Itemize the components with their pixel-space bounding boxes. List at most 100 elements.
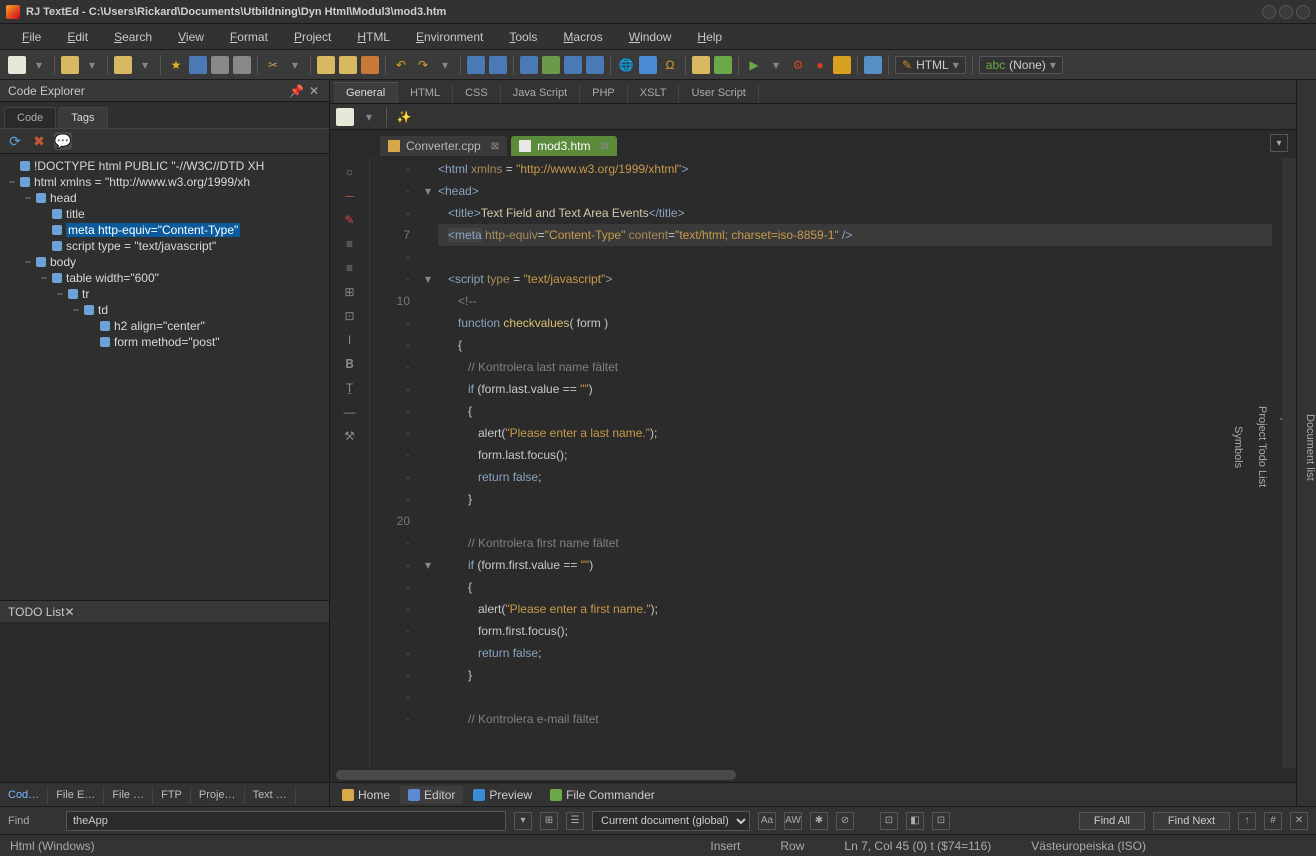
clipboard-icon[interactable] (361, 56, 379, 74)
omega-icon[interactable]: Ω (661, 56, 679, 74)
macro-icon[interactable] (833, 56, 851, 74)
minimap-scroll[interactable] (1282, 158, 1296, 768)
print-preview-icon[interactable] (233, 56, 251, 74)
view-tab-preview[interactable]: Preview (465, 786, 540, 804)
tool5-icon[interactable] (692, 56, 710, 74)
menu-view[interactable]: View (168, 27, 214, 47)
paste-icon[interactable] (339, 56, 357, 74)
whole-word-icon[interactable]: AW (784, 812, 802, 830)
gutter-icon[interactable]: ✎ (342, 212, 358, 228)
find-all-button[interactable]: Find All (1079, 812, 1145, 830)
copy-icon[interactable] (317, 56, 335, 74)
tool2-icon[interactable] (542, 56, 560, 74)
tree-node[interactable]: script type = "text/javascript" (2, 238, 327, 254)
close-button[interactable] (1296, 5, 1310, 19)
menu-help[interactable]: Help (687, 27, 732, 47)
stop-icon[interactable]: ● (811, 56, 829, 74)
undo-icon[interactable]: ↶ (392, 56, 410, 74)
dropdown-icon[interactable]: ▾ (767, 56, 785, 74)
gutter-icon[interactable]: I (342, 332, 358, 348)
tree-node[interactable]: h2 align="center" (2, 318, 327, 334)
menu-environment[interactable]: Environment (406, 27, 493, 47)
explorer-tab-tags[interactable]: Tags (58, 107, 107, 128)
tree-node[interactable]: −html xmlns = "http://www.w3.org/1999/xh (2, 174, 327, 190)
browser-icon[interactable] (639, 56, 657, 74)
tree-node[interactable]: −body (2, 254, 327, 270)
gutter-icon[interactable]: ⊡ (342, 308, 358, 324)
left-tab[interactable]: Cod… (0, 786, 48, 804)
dropdown-icon[interactable]: ▾ (30, 56, 48, 74)
comment-icon[interactable]: 💬 (54, 132, 72, 150)
dropdown-icon[interactable]: ▾ (360, 108, 378, 126)
play-icon[interactable]: ▶ (745, 56, 763, 74)
menu-file[interactable]: File (12, 27, 51, 47)
pin-icon[interactable]: 📌 (289, 84, 303, 98)
minimize-button[interactable] (1262, 5, 1276, 19)
menu-edit[interactable]: Edit (57, 27, 98, 47)
replace-icon[interactable] (489, 56, 507, 74)
tree-node[interactable]: −head (2, 190, 327, 206)
left-tab[interactable]: FTP (153, 786, 191, 804)
cut-icon[interactable]: ✂ (264, 56, 282, 74)
gutter-icon[interactable]: ○ (342, 164, 358, 180)
find-next-button[interactable]: Find Next (1153, 812, 1230, 830)
lang-tab-css[interactable]: CSS (453, 83, 501, 103)
menu-project[interactable]: Project (284, 27, 341, 47)
find-opt-icon[interactable]: ⊡ (932, 812, 950, 830)
find-count-icon[interactable]: # (1264, 812, 1282, 830)
save-icon[interactable] (114, 56, 132, 74)
tool4-icon[interactable] (586, 56, 604, 74)
tree-node[interactable]: form method="post" (2, 334, 327, 350)
view-tab-editor[interactable]: Editor (400, 786, 463, 804)
find-input[interactable] (66, 811, 506, 831)
lang-tab-html[interactable]: HTML (398, 83, 453, 103)
lang-tab-user-script[interactable]: User Script (679, 83, 758, 103)
menu-tools[interactable]: Tools (499, 27, 547, 47)
lang-tab-php[interactable]: PHP (580, 83, 628, 103)
dropdown-icon[interactable]: ▾ (83, 56, 101, 74)
tool6-icon[interactable] (714, 56, 732, 74)
left-tab[interactable]: Text … (245, 786, 296, 804)
regex-icon[interactable]: ✱ (810, 812, 828, 830)
gutter-icon[interactable]: ─ (342, 188, 358, 204)
code-editor[interactable]: ○ ─ ✎ ≡ ≡ ⊞ ⊡ I 𝐁 Ṯ — ⚒ ···7··10········… (330, 158, 1296, 768)
tree-node[interactable]: −table width="600" (2, 270, 327, 286)
new-doc-icon[interactable] (336, 108, 354, 126)
find-scope-select[interactable]: Current document (global) (592, 811, 750, 831)
menu-format[interactable]: Format (220, 27, 278, 47)
gutter-icon[interactable]: ≡ (342, 260, 358, 276)
language-dropdown[interactable]: ✎ HTML ▾ (895, 56, 966, 74)
file-tab[interactable]: mod3.htm⊠ (511, 136, 617, 156)
close-tab-icon[interactable]: ⊠ (600, 141, 608, 152)
open-icon[interactable] (61, 56, 79, 74)
gutter-icon[interactable]: ⊞ (342, 284, 358, 300)
lang-tab-java-script[interactable]: Java Script (501, 83, 580, 103)
new-file-icon[interactable] (8, 56, 26, 74)
lang-tab-xslt[interactable]: XSLT (628, 83, 680, 103)
gutter-icon[interactable]: ⚒ (342, 428, 358, 444)
menu-html[interactable]: HTML (347, 27, 400, 47)
todo-body[interactable] (0, 622, 329, 782)
find-up-icon[interactable]: ↑ (1238, 812, 1256, 830)
gutter-icon[interactable]: — (342, 404, 358, 420)
find-icon[interactable] (467, 56, 485, 74)
left-tab[interactable]: File … (104, 786, 153, 804)
refresh-icon[interactable]: ⟳ (6, 132, 24, 150)
gutter-icon[interactable]: 𝐁 (342, 356, 358, 372)
dropdown-icon[interactable]: ▾ (286, 56, 304, 74)
dropdown-icon[interactable]: ▾ (136, 56, 154, 74)
tag-tree[interactable]: !DOCTYPE html PUBLIC "-//W3C//DTD XH−htm… (0, 154, 329, 600)
find-dropdown-icon[interactable]: ▾ (514, 812, 532, 830)
close-tab-icon[interactable]: ⊠ (491, 141, 499, 152)
dropdown-icon[interactable]: ▾ (436, 56, 454, 74)
favorite-icon[interactable]: ★ (167, 56, 185, 74)
maximize-button[interactable] (1279, 5, 1293, 19)
wand-icon[interactable]: ✨ (395, 108, 413, 126)
todo-close-icon[interactable]: ✕ (64, 605, 74, 619)
left-tab[interactable]: File E… (48, 786, 104, 804)
lang-tab-general[interactable]: General (334, 82, 398, 103)
find-opt-icon[interactable]: ◧ (906, 812, 924, 830)
split-icon[interactable] (864, 56, 882, 74)
view-tab-home[interactable]: Home (334, 786, 398, 804)
right-tab-document-list[interactable]: Document list (1304, 410, 1316, 485)
